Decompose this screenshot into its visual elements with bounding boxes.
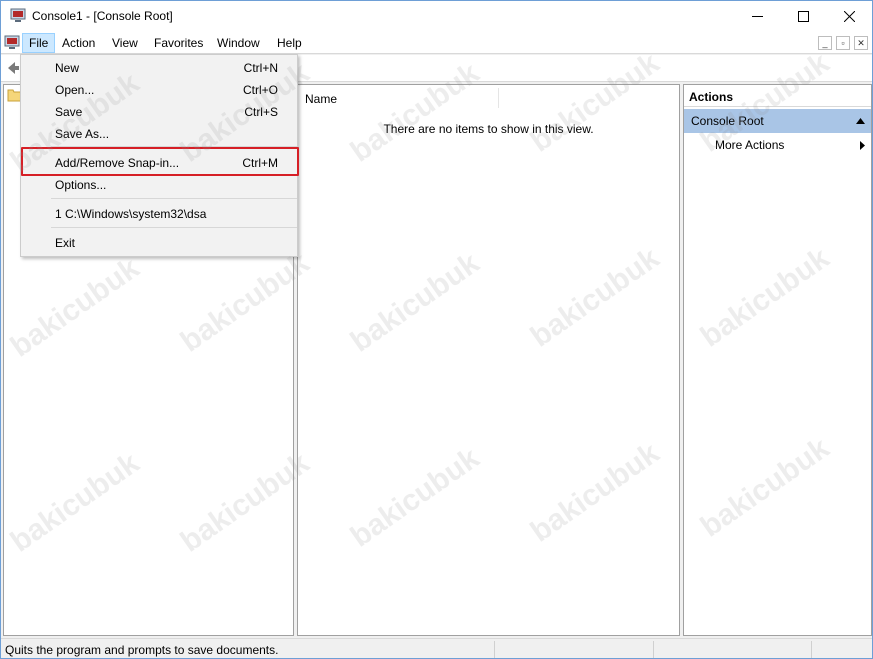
menu-action[interactable]: Action — [56, 33, 101, 53]
status-divider — [494, 641, 495, 658]
menu-item-shortcut: Ctrl+O — [242, 83, 278, 97]
file-menu-dropdown: New Ctrl+N Open... Ctrl+O Save Ctrl+S Sa… — [20, 54, 299, 257]
file-menu-options[interactable]: Options... — [21, 175, 297, 195]
menu-bar: File Action View Favorites Window Help _… — [1, 31, 872, 54]
document-icon[interactable] — [4, 35, 20, 50]
file-menu-exit[interactable]: Exit — [21, 233, 297, 253]
file-menu-save[interactable]: Save Ctrl+S — [21, 102, 297, 122]
menu-separator — [51, 198, 297, 199]
menu-favorites[interactable]: Favorites — [148, 33, 209, 53]
menu-view[interactable]: View — [106, 33, 144, 53]
status-divider — [653, 641, 654, 658]
close-icon — [843, 10, 855, 22]
collapse-up-icon[interactable] — [856, 118, 865, 124]
actions-section-label: Console Root — [691, 114, 764, 128]
back-arrow-icon[interactable] — [5, 60, 21, 76]
mdi-restore-button[interactable]: ▫ — [836, 36, 850, 50]
actions-section-console-root[interactable]: Console Root — [684, 109, 871, 133]
status-divider — [811, 641, 812, 658]
menu-item-label: Exit — [55, 236, 76, 250]
minimize-icon — [751, 15, 763, 17]
mdi-close-button[interactable]: ✕ — [854, 36, 868, 50]
menu-item-label: 1 C:\Windows\system32\dsa — [55, 207, 207, 221]
more-actions-item[interactable]: More Actions — [715, 138, 784, 152]
file-menu-new[interactable]: New Ctrl+N — [21, 58, 297, 78]
menu-separator — [51, 227, 297, 228]
title-bar: Console1 - [Console Root] — [1, 1, 872, 31]
file-menu-save-as[interactable]: Save As... — [21, 124, 297, 144]
menu-window[interactable]: Window — [211, 33, 266, 53]
status-bar: Quits the program and prompts to save do… — [1, 638, 872, 658]
menu-file[interactable]: File — [22, 33, 56, 53]
results-pane[interactable]: Name There are no items to show in this … — [297, 84, 680, 636]
minimize-button[interactable] — [734, 1, 780, 31]
menu-item-label: Open... — [55, 83, 95, 97]
menu-item-label: New — [55, 61, 80, 75]
actions-header: Actions — [684, 85, 871, 107]
actions-pane: Actions Console Root More Actions — [683, 84, 872, 636]
file-menu-open[interactable]: Open... Ctrl+O — [21, 80, 297, 100]
menu-item-label: Save As... — [55, 127, 110, 141]
menu-item-shortcut: Ctrl+N — [243, 61, 278, 75]
menu-item-label: Save — [55, 105, 83, 119]
column-name-header[interactable]: Name — [305, 92, 337, 106]
mmc-window: Console1 - [Console Root] File Action Vi… — [0, 0, 873, 659]
menu-item-label: Options... — [55, 178, 107, 192]
menu-help[interactable]: Help — [271, 33, 308, 53]
submenu-arrow-icon — [860, 141, 865, 150]
mdi-minimize-button[interactable]: _ — [818, 36, 832, 50]
highlight-box — [21, 147, 299, 176]
maximize-button[interactable] — [780, 1, 826, 31]
window-title: Console1 - [Console Root] — [32, 9, 173, 23]
close-button[interactable] — [826, 1, 872, 31]
column-header: Name — [298, 85, 679, 109]
status-text: Quits the program and prompts to save do… — [5, 643, 279, 657]
mmc-console-icon[interactable] — [10, 8, 26, 23]
empty-view-message: There are no items to show in this view. — [383, 122, 594, 136]
maximize-icon — [797, 10, 809, 22]
file-menu-recent-dsa[interactable]: 1 C:\Windows\system32\dsa — [21, 204, 297, 224]
menu-item-shortcut: Ctrl+S — [244, 105, 278, 119]
column-divider[interactable] — [498, 88, 499, 108]
